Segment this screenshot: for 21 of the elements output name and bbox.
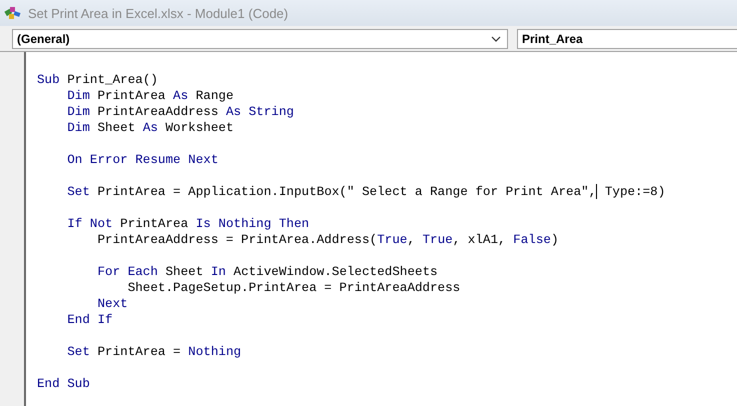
code-line: End If <box>66 312 114 328</box>
text-cursor <box>596 184 598 200</box>
code-line: End Sub <box>37 376 91 392</box>
code-line: Set PrintArea = Nothing <box>66 344 242 360</box>
code-line: If Not PrintArea Is Nothing Then <box>66 216 310 232</box>
code-line: On Error Resume Next <box>66 152 220 168</box>
code-line: Dim Sheet As Worksheet <box>66 120 235 136</box>
chevron-down-icon <box>491 36 501 42</box>
procedure-dropdown[interactable]: Print_Area <box>517 28 737 48</box>
code-line: Set PrintArea = Application.InputBox(" Select a Range for Print Area", Type:=8) <box>66 184 666 200</box>
code-line: Dim PrintAreaAddress As String <box>66 104 295 120</box>
code-line: Sheet.PageSetup.PrintArea = PrintAreaAddress <box>126 280 462 296</box>
code-editor[interactable] <box>26 52 737 406</box>
object-dropdown[interactable]: (General) <box>12 28 508 48</box>
vba-icon <box>4 5 22 21</box>
code-line: PrintAreaAddress = PrintArea.Address(True, True, xlA1, False) <box>96 232 560 248</box>
window-title: Set Print Area in Excel.xlsx - Module1 (Code) <box>28 6 288 20</box>
code-line: For Each Sheet In ActiveWindow.SelectedSheets <box>96 264 439 280</box>
code-line: Dim PrintArea As Range <box>66 88 235 104</box>
code-line: Sub Print_Area() <box>37 72 159 88</box>
code-line: Next <box>96 296 129 312</box>
